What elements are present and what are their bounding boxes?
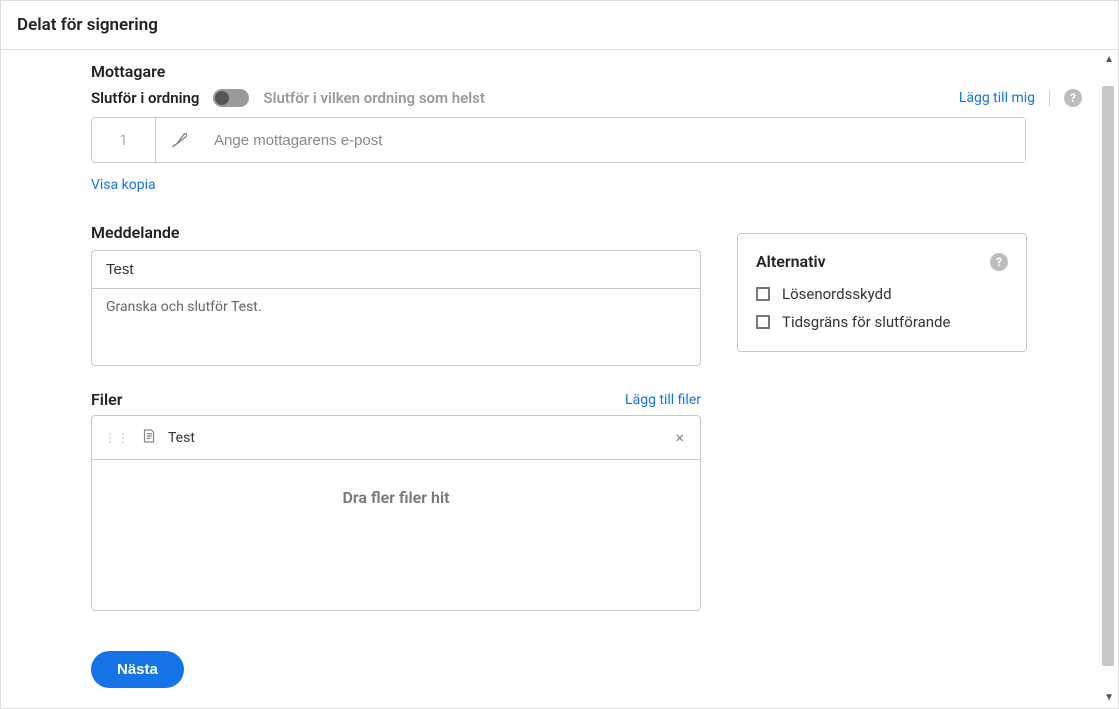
message-body-input[interactable] bbox=[92, 289, 700, 361]
password-protect-option[interactable]: Lösenordsskydd bbox=[756, 285, 1008, 303]
files-label: Filer bbox=[91, 390, 122, 409]
toggle-knob bbox=[215, 91, 229, 105]
pen-icon bbox=[156, 118, 204, 162]
complete-in-order-toggle[interactable] bbox=[213, 89, 249, 107]
remove-file-button[interactable]: × bbox=[671, 424, 688, 451]
next-button[interactable]: Nästa bbox=[91, 651, 184, 688]
complete-any-order-hint: Slutför i vilken ordning som helst bbox=[263, 89, 484, 107]
add-files-link[interactable]: Lägg till filer bbox=[625, 392, 701, 408]
message-box bbox=[91, 250, 701, 366]
options-panel: Alternativ ? Lösenordsskydd Tidsgräns fö… bbox=[737, 233, 1027, 352]
help-icon[interactable]: ? bbox=[1064, 89, 1082, 107]
checkbox-icon bbox=[756, 315, 770, 329]
recipient-row: 1 bbox=[91, 117, 1026, 163]
file-name: Test bbox=[168, 430, 661, 446]
show-copy-link[interactable]: Visa kopia bbox=[91, 177, 156, 193]
message-subject-input[interactable] bbox=[92, 251, 700, 289]
drag-handle-icon[interactable]: ⋮⋮ bbox=[104, 431, 130, 445]
scrollbar-track[interactable] bbox=[1100, 66, 1116, 691]
recipient-number: 1 bbox=[92, 118, 156, 162]
options-help-icon[interactable]: ? bbox=[990, 253, 1008, 271]
dialog-title: Delat för signering bbox=[1, 1, 1118, 50]
add-me-link[interactable]: Lägg till mig bbox=[959, 90, 1035, 106]
scrollbar-thumb[interactable] bbox=[1102, 86, 1114, 666]
scroll-down-arrow[interactable]: ▼ bbox=[1104, 692, 1114, 703]
message-label: Meddelande bbox=[91, 223, 701, 242]
recipient-email-input[interactable] bbox=[204, 118, 1025, 162]
options-title: Alternativ bbox=[756, 252, 826, 271]
recipients-label: Mottagare bbox=[91, 62, 1082, 81]
scroll-up-arrow[interactable]: ▲ bbox=[1104, 54, 1114, 65]
password-protect-label: Lösenordsskydd bbox=[782, 285, 892, 303]
divider bbox=[1049, 90, 1050, 106]
files-box: ⋮⋮ Test × Dra fler filer hit bbox=[91, 415, 701, 611]
file-item: ⋮⋮ Test × bbox=[92, 416, 700, 460]
completion-deadline-label: Tidsgräns för slutförande bbox=[782, 313, 950, 331]
completion-deadline-option[interactable]: Tidsgräns för slutförande bbox=[756, 313, 1008, 331]
document-icon bbox=[140, 427, 158, 449]
complete-in-order-label: Slutför i ordning bbox=[91, 89, 199, 107]
checkbox-icon bbox=[756, 287, 770, 301]
file-drop-area[interactable]: Dra fler filer hit bbox=[92, 460, 700, 610]
